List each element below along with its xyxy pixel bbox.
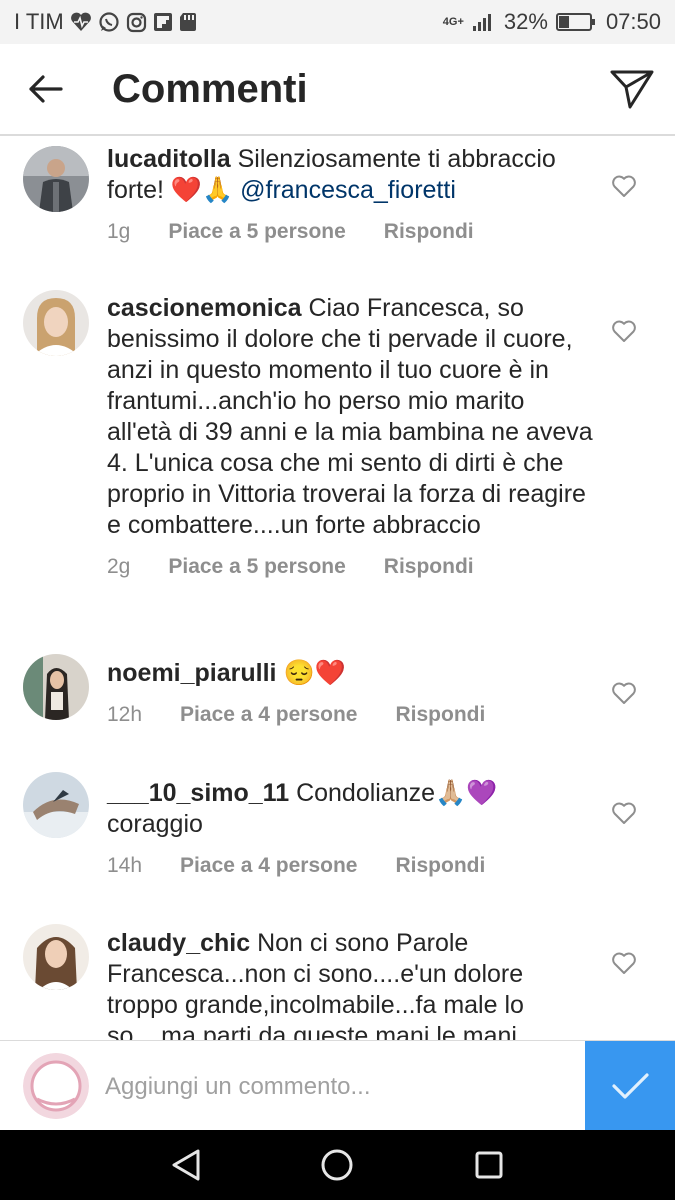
- comment-time: 1g: [107, 220, 131, 243]
- square-recents-icon: [475, 1151, 503, 1179]
- comment-body: 😔❤️: [283, 659, 346, 687]
- comment-time: 12h: [107, 703, 143, 726]
- battery-percent: 32%: [503, 9, 548, 34]
- whatsapp-icon: [99, 12, 119, 32]
- comment-username[interactable]: ___10_simo_11: [107, 779, 289, 807]
- nav-home-button[interactable]: [307, 1135, 367, 1195]
- heart-icon[interactable]: [611, 951, 637, 975]
- reply-button[interactable]: Rispondi: [384, 220, 474, 244]
- heart-icon[interactable]: [611, 174, 637, 198]
- app-bar: Commenti: [0, 44, 675, 136]
- comment-item: ___10_simo_11 Condolianze🙏🏼💜 coraggio 14…: [0, 772, 675, 878]
- clock: 07:50: [605, 9, 661, 34]
- network-type: 4G+: [442, 16, 464, 28]
- comment-likes[interactable]: Piace a 5 persone: [168, 555, 345, 579]
- flipboard-icon: [153, 13, 172, 31]
- comment-text: cascionemonica Ciao Francesca, so beniss…: [107, 293, 595, 541]
- avatar[interactable]: [23, 290, 89, 356]
- battery-icon: [555, 13, 595, 31]
- comment-text: noemi_piarulli 😔❤️: [107, 658, 595, 689]
- comment-username[interactable]: claudy_chic: [107, 929, 250, 957]
- heart-icon[interactable]: [611, 801, 637, 825]
- status-left: I TIM: [14, 9, 197, 35]
- comment-meta: 1g Piace a 5 persone Rispondi: [107, 220, 595, 244]
- comment-username[interactable]: lucaditolla: [107, 145, 231, 173]
- reply-button[interactable]: Rispondi: [395, 703, 485, 727]
- my-avatar: [23, 1053, 89, 1119]
- avatar[interactable]: [23, 146, 89, 212]
- checkmark-icon: [612, 1073, 649, 1099]
- signal-icon: [472, 14, 491, 31]
- back-arrow-icon: [29, 75, 63, 103]
- reply-button[interactable]: Rispondi: [384, 555, 474, 579]
- comment-item: noemi_piarulli 😔❤️ 12h Piace a 4 persone…: [0, 654, 675, 727]
- heart-monitor-icon: [70, 12, 91, 31]
- share-button[interactable]: [607, 64, 657, 114]
- page-title: Commenti: [112, 66, 308, 111]
- comment-mention[interactable]: @francesca_fioretti: [240, 176, 456, 204]
- battery-fill: [558, 16, 569, 28]
- comment-list[interactable]: lucaditolla Silenziosamente ti abbraccio…: [0, 138, 675, 1040]
- nav-back-button[interactable]: [156, 1135, 216, 1195]
- heart-icon[interactable]: [611, 681, 637, 705]
- comment-input[interactable]: [105, 1059, 575, 1115]
- instagram-icon: [126, 12, 146, 32]
- comment-input-bar: [0, 1040, 675, 1131]
- status-bar: I TIM 4G+ 32% 07:50: [0, 0, 675, 44]
- avatar[interactable]: [23, 924, 89, 990]
- comment-item: claudy_chic Non ci sono Parole Francesca…: [0, 924, 675, 1040]
- back-button[interactable]: [0, 43, 90, 135]
- post-comment-button[interactable]: [585, 1041, 675, 1131]
- comment-likes[interactable]: Piace a 4 persone: [180, 854, 357, 878]
- comment-meta: 14h Piace a 4 persone Rispondi: [107, 854, 595, 878]
- comment-username[interactable]: noemi_piarulli: [107, 659, 276, 687]
- comment-likes[interactable]: Piace a 5 persone: [168, 220, 345, 244]
- reply-button[interactable]: Rispondi: [395, 854, 485, 878]
- comment-time: 14h: [107, 854, 143, 877]
- navigation-bar: [0, 1130, 675, 1200]
- comment-item: cascionemonica Ciao Francesca, so beniss…: [0, 290, 675, 579]
- comment-meta: 2g Piace a 5 persone Rispondi: [107, 555, 595, 579]
- comment-time: 2g: [107, 555, 131, 578]
- avatar[interactable]: [23, 772, 89, 838]
- comment-item: lucaditolla Silenziosamente ti abbraccio…: [0, 144, 675, 244]
- paper-plane-icon: [610, 70, 654, 109]
- triangle-back-icon: [172, 1149, 200, 1181]
- comment-likes[interactable]: Piace a 4 persone: [180, 703, 357, 727]
- circle-home-icon: [321, 1149, 353, 1181]
- nav-recents-button[interactable]: [459, 1135, 519, 1195]
- comment-text: lucaditolla Silenziosamente ti abbraccio…: [107, 144, 595, 206]
- sdcard-icon: [179, 13, 196, 31]
- comment-body: Ciao Francesca, so benissimo il dolore c…: [107, 294, 593, 539]
- status-right: 4G+ 32% 07:50: [443, 9, 661, 35]
- carrier-label: I TIM: [14, 9, 64, 34]
- comment-text: ___10_simo_11 Condolianze🙏🏼💜 coraggio: [107, 778, 595, 840]
- comment-text: claudy_chic Non ci sono Parole Francesca…: [107, 928, 595, 1040]
- avatar[interactable]: [23, 654, 89, 720]
- comment-username[interactable]: cascionemonica: [107, 294, 302, 322]
- comment-meta: 12h Piace a 4 persone Rispondi: [107, 703, 595, 727]
- heart-icon[interactable]: [611, 319, 637, 343]
